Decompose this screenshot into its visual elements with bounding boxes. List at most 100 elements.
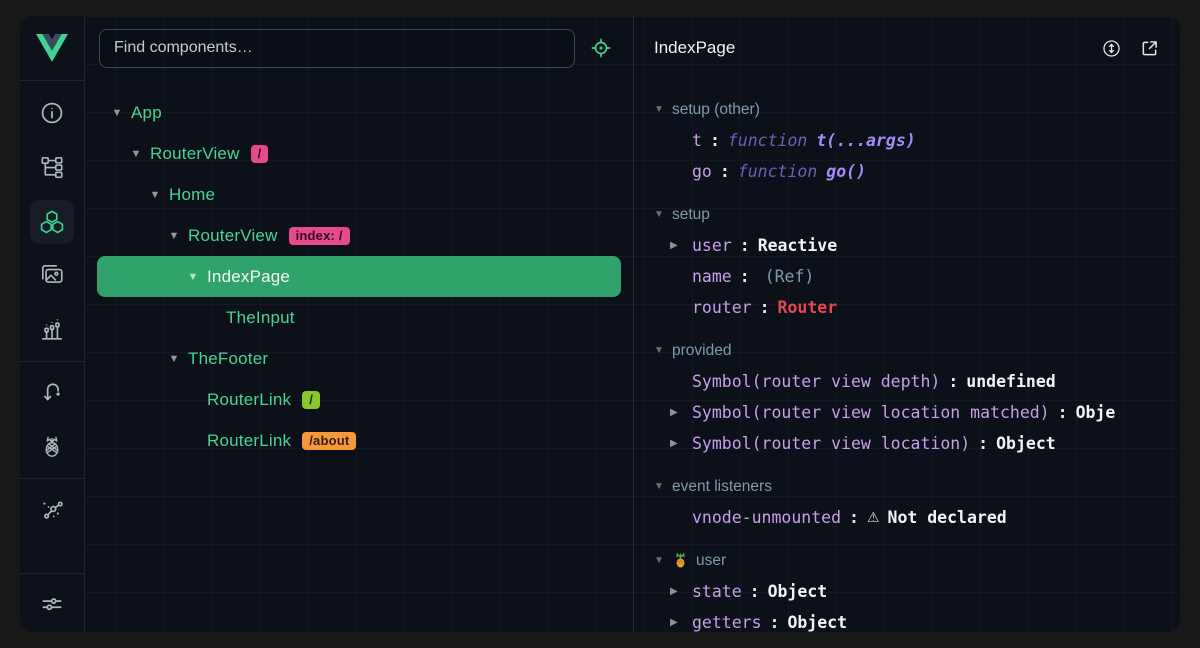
state-row: ▶vnode-unmounted:⚠Not declared xyxy=(634,502,1180,533)
caret-down-icon[interactable]: ▼ xyxy=(654,104,672,115)
sidebar-item-router[interactable] xyxy=(30,366,74,420)
key-value-separator: : xyxy=(740,267,750,286)
state-value: Object xyxy=(996,434,1056,453)
state-value: go() xyxy=(826,162,866,181)
component-label: RouterView xyxy=(188,226,278,246)
caret-down-icon[interactable]: ▼ xyxy=(128,148,144,160)
tree-row-routerlink[interactable]: ▼RouterLink/ xyxy=(97,379,621,420)
levels-icon xyxy=(39,316,65,345)
caret-down-icon[interactable]: ▼ xyxy=(185,271,201,283)
caret-down-icon[interactable]: ▼ xyxy=(109,107,125,119)
state-row[interactable]: ▶user:Reactive xyxy=(634,230,1180,261)
sidebar-item-assets[interactable] xyxy=(30,249,74,303)
search-input[interactable] xyxy=(99,29,575,68)
vue-logo xyxy=(20,16,84,81)
state-value: t(...args) xyxy=(816,131,915,150)
vue-logo-icon xyxy=(36,34,68,62)
caret-right-icon[interactable]: ▶ xyxy=(670,407,692,418)
state-row[interactable]: ▶getters:Object xyxy=(634,607,1180,632)
pineapple-outline-icon xyxy=(39,433,65,462)
sidebar-item-settings[interactable] xyxy=(30,578,74,632)
caret-right-icon[interactable]: ▶ xyxy=(670,240,692,251)
state-section: ▼ user ▶state:Object▶getters:Object xyxy=(634,545,1180,632)
pineapple-icon xyxy=(672,552,689,569)
section-label: event listeners xyxy=(672,478,772,496)
state-value: undefined xyxy=(966,372,1055,391)
tree-row-home[interactable]: ▼Home xyxy=(97,174,621,215)
devtools-window: ▼App▼RouterView/▼Home▼RouterViewindex: /… xyxy=(20,16,1180,632)
caret-down-icon[interactable]: ▼ xyxy=(166,230,182,242)
state-row: ▶Symbol(router view depth):undefined xyxy=(634,366,1180,397)
key-value-separator: : xyxy=(978,434,988,453)
state-row[interactable]: ▶state:Object xyxy=(634,576,1180,607)
caret-down-icon[interactable]: ▼ xyxy=(147,189,163,201)
route-badge: /about xyxy=(302,432,356,450)
sidebar-divider xyxy=(20,573,84,574)
tree-row-thefooter[interactable]: ▼TheFooter xyxy=(97,338,621,379)
caret-down-icon[interactable]: ▼ xyxy=(654,345,672,356)
route-badge: index: / xyxy=(289,227,350,245)
sidebar-icons xyxy=(20,81,84,632)
section-label: setup (other) xyxy=(672,101,760,119)
component-tree: ▼App▼RouterView/▼Home▼RouterViewindex: /… xyxy=(85,80,633,461)
state-key: router xyxy=(692,298,752,317)
section-header[interactable]: ▼provided xyxy=(634,335,1180,366)
caret-down-icon[interactable]: ▼ xyxy=(654,209,672,220)
tree-row-routerview[interactable]: ▼ RouterView index: / xyxy=(97,215,621,256)
key-value-separator: : xyxy=(948,372,958,391)
graph-icon xyxy=(39,496,65,525)
state-key: user xyxy=(692,236,732,255)
key-value-separator: : xyxy=(760,298,770,317)
state-row[interactable]: ▶Symbol(router view location matched):Ob… xyxy=(634,397,1180,428)
state-value: Not declared xyxy=(888,508,1007,527)
route-badge: / xyxy=(251,145,269,163)
route-badge: / xyxy=(302,391,320,409)
sidebar-divider xyxy=(20,361,84,362)
uturn-icon xyxy=(39,379,65,408)
sidebar-divider xyxy=(20,478,84,479)
key-value-separator: : xyxy=(720,162,730,181)
sidebar-item-pinia[interactable] xyxy=(30,420,74,474)
state-row: ▶go:functiongo() xyxy=(634,156,1180,187)
inspector-title: IndexPage xyxy=(654,38,1088,58)
tree-row-indexpage[interactable]: ▼IndexPage xyxy=(97,256,621,297)
caret-right-icon[interactable]: ▶ xyxy=(670,617,692,628)
tree-row-routerview[interactable]: ▼RouterView/ xyxy=(97,133,621,174)
caret-down-icon[interactable]: ▼ xyxy=(654,555,672,566)
component-label: TheInput xyxy=(226,308,295,328)
component-label: RouterLink xyxy=(207,390,291,410)
section-header[interactable]: ▼event listeners xyxy=(634,471,1180,502)
caret-right-icon[interactable]: ▶ xyxy=(670,586,692,597)
state-key: Symbol(router view location matched) xyxy=(692,403,1050,422)
sidebar-item-graph[interactable] xyxy=(30,483,74,537)
caret-right-icon[interactable]: ▶ xyxy=(670,438,692,449)
section-header[interactable]: ▼setup xyxy=(634,199,1180,230)
caret-down-icon[interactable]: ▼ xyxy=(166,353,182,365)
section-header[interactable]: ▼ user xyxy=(634,545,1180,576)
open-in-editor-icon[interactable] xyxy=(1134,33,1164,63)
info-icon xyxy=(39,100,65,129)
sidebar-item-overview[interactable] xyxy=(30,87,74,141)
target-icon[interactable] xyxy=(583,30,619,66)
state-section: ▼setup▶user:Reactive▶name:(Ref)▶router:R… xyxy=(634,199,1180,323)
tree-row-routerlink[interactable]: ▼RouterLink/about xyxy=(97,420,621,461)
inspector-header: IndexPage xyxy=(634,16,1180,80)
scroll-to-component-icon[interactable] xyxy=(1096,33,1126,63)
tree-row-app[interactable]: ▼App xyxy=(97,92,621,133)
image-icon xyxy=(39,262,65,291)
devtools-frame: ▼App▼RouterView/▼Home▼RouterViewindex: /… xyxy=(0,0,1200,648)
section-label: setup xyxy=(672,206,710,224)
state-key: Symbol(router view depth) xyxy=(692,372,940,391)
sidebar-item-timeline[interactable] xyxy=(30,303,74,357)
section-header[interactable]: ▼setup (other) xyxy=(634,94,1180,125)
tree-row-theinput[interactable]: ▼TheInput xyxy=(97,297,621,338)
state-value: (Ref) xyxy=(765,267,815,286)
state-row[interactable]: ▶Symbol(router view location):Object xyxy=(634,428,1180,459)
key-value-separator: : xyxy=(849,508,859,527)
caret-down-icon[interactable]: ▼ xyxy=(654,481,672,492)
sidebar-item-components[interactable] xyxy=(30,195,74,249)
sliders-icon xyxy=(39,591,65,620)
section-label: user xyxy=(696,552,726,570)
sidebar-item-pages[interactable] xyxy=(30,141,74,195)
key-value-separator: : xyxy=(750,582,760,601)
